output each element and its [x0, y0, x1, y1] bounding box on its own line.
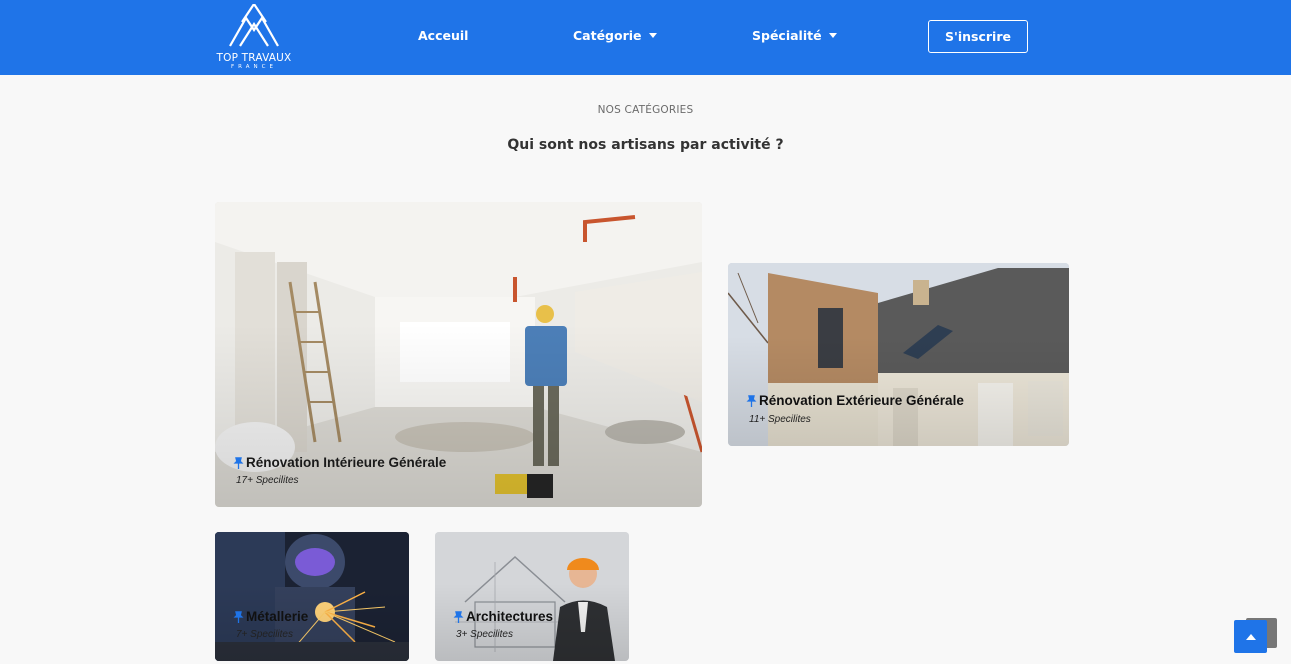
category-title-text: Métallerie: [246, 609, 309, 624]
nav-home-label: Acceuil: [418, 28, 469, 43]
category-title-text: Architectures: [466, 609, 554, 624]
section-eyebrow: NOS CATÉGORIES: [597, 104, 694, 116]
nav-home[interactable]: Acceuil: [418, 28, 468, 43]
category-title-text: Rénovation Extérieure Générale: [759, 393, 964, 408]
pin-icon: [233, 610, 244, 623]
caret-down-icon: [828, 33, 837, 38]
brand-tagline: FRANCE: [231, 64, 277, 70]
card-overlay: [435, 532, 629, 661]
category-title: Rénovation Extérieure Générale: [746, 393, 964, 408]
mountain-logo-icon: [229, 4, 279, 47]
category-count: 3+ Specilites: [456, 629, 513, 640]
scroll-to-top-button[interactable]: [1234, 620, 1267, 653]
nav-category-dropdown[interactable]: Catégorie: [573, 28, 657, 43]
pin-icon: [746, 394, 757, 407]
nav-specialty-label: Spécialité: [752, 28, 822, 43]
caret-down-icon: [648, 33, 657, 38]
brand-name: TOP TRAVAUX: [216, 52, 292, 64]
category-card-metallerie[interactable]: Métallerie 7+ Specilites: [215, 532, 409, 661]
category-card-architectures[interactable]: Architectures 3+ Specilites: [435, 532, 629, 661]
card-overlay: [215, 532, 409, 661]
category-title-text: Rénovation Intérieure Générale: [246, 455, 447, 470]
category-title: Rénovation Intérieure Générale: [233, 455, 446, 470]
section-title: Qui sont nos artisans par activité ?: [507, 137, 784, 153]
category-title: Métallerie: [233, 609, 308, 624]
category-count: 11+ Specilites: [749, 414, 811, 425]
nav-specialty-dropdown[interactable]: Spécialité: [752, 28, 837, 43]
signup-button[interactable]: S'inscrire: [928, 20, 1028, 53]
arrow-up-icon: [1245, 633, 1256, 640]
brand-logo[interactable]: TOP TRAVAUX FRANCE: [214, 4, 294, 72]
category-card-renovation-exterieure[interactable]: Rénovation Extérieure Générale 11+ Speci…: [728, 263, 1069, 446]
category-card-renovation-interieure[interactable]: Rénovation Intérieure Générale 17+ Speci…: [215, 202, 702, 507]
category-count: 7+ Specilites: [236, 629, 293, 640]
nav-category-label: Catégorie: [573, 28, 642, 43]
category-count: 17+ Specilites: [236, 475, 299, 486]
pin-icon: [233, 456, 244, 469]
top-navbar: TOP TRAVAUX FRANCE Acceuil Catégorie Spé…: [0, 0, 1291, 75]
category-title: Architectures: [453, 609, 553, 624]
pin-icon: [453, 610, 464, 623]
